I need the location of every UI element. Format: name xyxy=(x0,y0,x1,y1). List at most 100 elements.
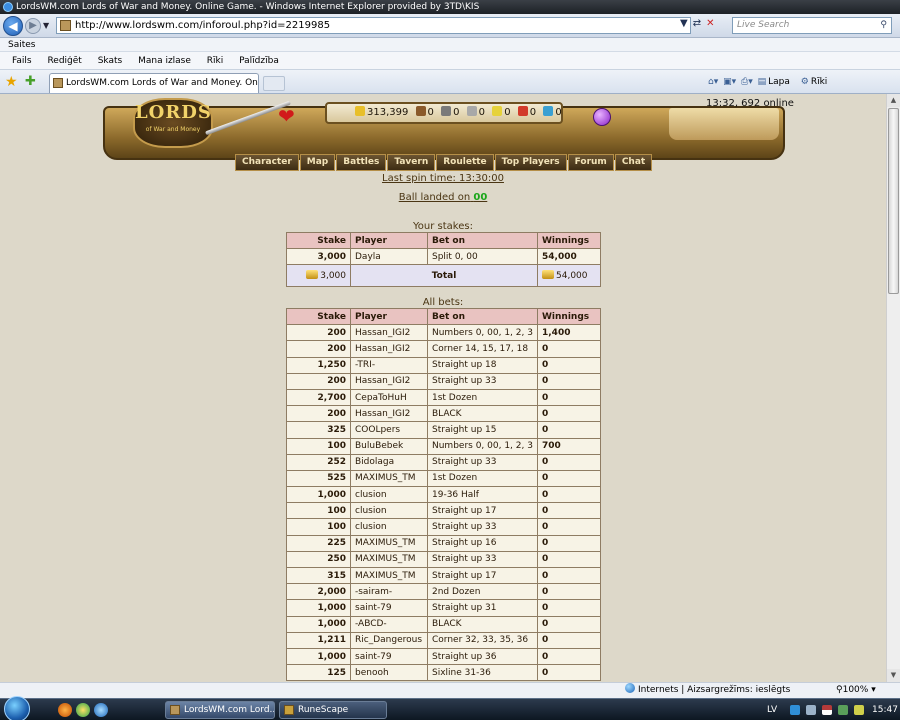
row-player[interactable]: clusion xyxy=(350,502,428,520)
menu-favorites[interactable]: Mana izlase xyxy=(138,56,191,66)
row-player[interactable]: Bidolaga xyxy=(350,453,428,471)
security-shield-icon[interactable] xyxy=(838,705,848,715)
nav-chat[interactable]: Chat xyxy=(614,154,653,171)
window-title: LordsWM.com Lords of War and Money. Onli… xyxy=(16,2,480,12)
page-menu[interactable]: Lapa xyxy=(768,77,790,87)
scroll-down-icon[interactable]: ▼ xyxy=(887,669,900,682)
row-player[interactable]: Dayla xyxy=(350,248,428,266)
row-player[interactable]: saint-79 xyxy=(350,647,428,666)
mana-flask-icon[interactable] xyxy=(593,108,611,126)
favorites-star-icon[interactable]: ★ xyxy=(5,74,18,90)
add-favorite-icon[interactable]: ✚ xyxy=(25,74,36,89)
tray-app-icon[interactable] xyxy=(854,705,864,715)
row-player[interactable]: Hassan_IGI2 xyxy=(350,405,428,423)
row-player[interactable]: benooh xyxy=(350,664,428,682)
refresh-icon[interactable]: ⇄ xyxy=(693,18,706,29)
ball-landed-link[interactable]: Ball landed on 00 xyxy=(0,192,886,203)
row-winnings: 0 xyxy=(537,486,601,504)
mercury-icon xyxy=(466,106,477,116)
tab-lordswm[interactable]: LordsWM.com Lords of War and Money. Onli… xyxy=(49,73,259,93)
row-player[interactable]: CepaToHuH xyxy=(350,388,428,407)
row-player[interactable]: BuluBebek xyxy=(350,437,428,455)
row-winnings: 54,000 xyxy=(537,248,601,266)
row-player[interactable]: -sairam- xyxy=(350,583,428,601)
zone-text: Internets | Aizsargrežīms: ieslēgts xyxy=(638,685,791,695)
menu-view[interactable]: Skats xyxy=(98,56,123,66)
menu-tools[interactable]: Rīki xyxy=(207,56,223,66)
all-bets-caption: All bets: xyxy=(422,297,464,308)
menu-file[interactable]: Fails xyxy=(12,56,32,66)
row-player[interactable]: -TRI- xyxy=(350,356,428,374)
firefox-icon[interactable] xyxy=(58,703,72,717)
nav-roulette[interactable]: Roulette xyxy=(436,154,494,171)
row-player[interactable]: MAXIMUS_TM xyxy=(350,534,428,552)
row-player[interactable]: saint-79 xyxy=(350,599,428,617)
network-icon[interactable] xyxy=(790,705,800,715)
nav-map[interactable]: Map xyxy=(299,154,336,171)
feeds-icon[interactable]: ▣▾ xyxy=(723,77,736,87)
row-player[interactable]: MAXIMUS_TM xyxy=(350,550,428,569)
menu-help[interactable]: Palīdzība xyxy=(239,56,279,66)
nav-character[interactable]: Character xyxy=(235,154,299,171)
row-player[interactable]: Hassan_IGI2 xyxy=(350,324,428,342)
row-stake: 1,000 xyxy=(286,615,351,633)
volume-icon[interactable] xyxy=(806,705,816,715)
crystals-amount: 0 xyxy=(529,107,537,118)
row-player[interactable]: COOLpers xyxy=(350,421,428,439)
row-player[interactable]: clusion xyxy=(350,518,428,536)
task-runescape[interactable]: RuneScape xyxy=(279,701,387,719)
scroll-up-icon[interactable]: ▲ xyxy=(887,94,900,107)
nav-battles[interactable]: Battles xyxy=(336,154,387,171)
ie-quicklaunch-icon[interactable] xyxy=(94,703,108,717)
row-bet: Straight up 33 xyxy=(427,550,538,569)
history-dropdown-icon[interactable]: ▼ xyxy=(43,21,49,30)
search-icon[interactable]: ⚲ xyxy=(880,18,887,33)
zoom-control[interactable]: ⚲100% ▾ xyxy=(836,683,876,698)
tab-label: LordsWM.com Lords of War and Money. Onli… xyxy=(66,78,259,88)
tools-menu[interactable]: Rīki xyxy=(811,77,827,87)
heart-icon[interactable]: ❤ xyxy=(278,106,295,126)
row-bet: BLACK xyxy=(427,615,538,633)
home-icon[interactable]: ⌂▾ xyxy=(708,77,718,87)
stop-icon[interactable]: ✕ xyxy=(706,18,719,29)
row-winnings: 0 xyxy=(537,631,601,649)
dropdown-icon[interactable]: ▼ xyxy=(680,18,693,29)
forward-button[interactable]: ▶ xyxy=(25,18,41,34)
task-lordswm[interactable]: LordsWM.com Lord... xyxy=(165,701,275,719)
row-player[interactable]: Hassan_IGI2 xyxy=(350,372,428,390)
new-tab-button[interactable] xyxy=(263,76,285,91)
start-button[interactable] xyxy=(4,696,30,720)
row-player[interactable]: MAXIMUS_TM xyxy=(350,469,428,488)
address-input[interactable]: http://www.lordswm.com/inforoul.php?id=2… xyxy=(56,17,691,34)
last-spin-link[interactable]: Last spin time: 13:30:00 xyxy=(0,173,886,184)
row-player[interactable]: MAXIMUS_TM xyxy=(350,566,428,585)
row-stake: 325 xyxy=(286,421,351,439)
links-label[interactable]: Saites xyxy=(8,40,35,50)
table-row: 125 benooh Sixline 31-36 0 xyxy=(286,664,601,682)
nav-forum[interactable]: Forum xyxy=(567,154,614,171)
status-bar: Internets | Aizsargrežīms: ieslēgts ⚲100… xyxy=(0,682,900,698)
nav-tavern[interactable]: Tavern xyxy=(387,154,436,171)
gems-amount: 0 xyxy=(555,107,562,118)
chrome-icon[interactable] xyxy=(76,703,90,717)
vertical-scrollbar[interactable]: ▲ ▼ xyxy=(886,94,900,682)
game-logo[interactable]: LORDS of War and Money xyxy=(133,98,213,148)
back-button[interactable]: ◀ xyxy=(3,16,23,36)
language-indicator[interactable]: LV xyxy=(767,699,777,720)
row-player[interactable]: clusion xyxy=(350,486,428,504)
clock[interactable]: 15:47 xyxy=(872,699,898,720)
row-player[interactable]: Hassan_IGI2 xyxy=(350,340,428,358)
nav-top-players[interactable]: Top Players xyxy=(494,154,567,171)
print-icon[interactable]: ⎙▾ xyxy=(741,77,753,87)
search-input[interactable]: Live Search ⚲ xyxy=(732,17,892,34)
system-tray: LV 15:47 xyxy=(760,699,900,720)
row-player[interactable]: Ric_Dangerous xyxy=(350,631,428,649)
flag-icon[interactable] xyxy=(822,705,832,715)
security-zone[interactable]: Internets | Aizsargrežīms: ieslēgts xyxy=(625,683,790,698)
col-bet-on: Bet on xyxy=(427,307,538,326)
scroll-thumb[interactable] xyxy=(888,108,899,294)
row-player[interactable]: -ABCD- xyxy=(350,615,428,633)
menu-edit[interactable]: Rediģēt xyxy=(47,56,81,66)
row-winnings: 0 xyxy=(537,405,601,423)
globe-icon xyxy=(625,683,635,693)
